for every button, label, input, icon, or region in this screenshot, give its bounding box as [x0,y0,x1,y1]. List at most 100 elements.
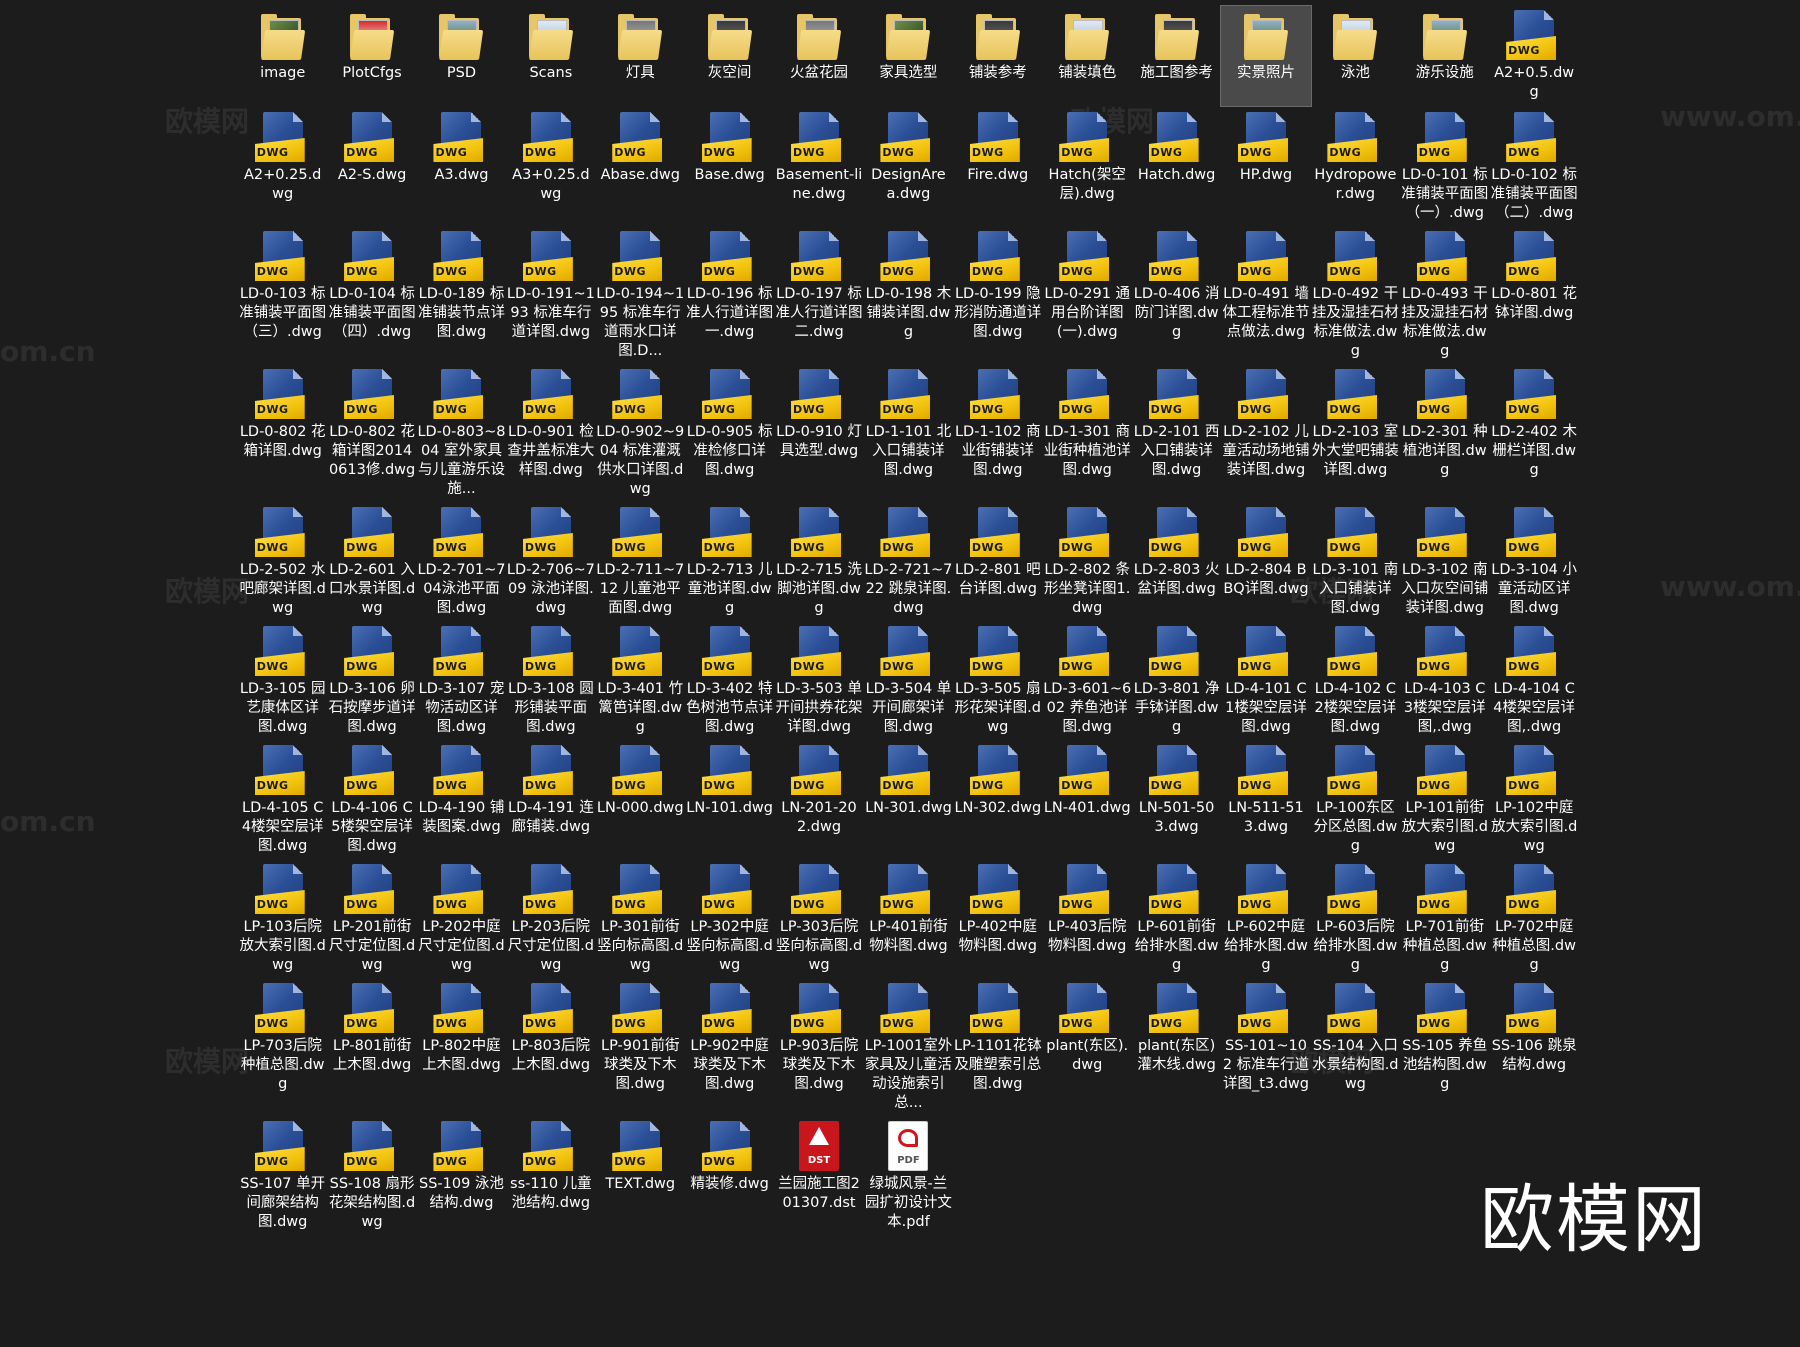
file-item[interactable]: DWG LD-2-721~722 跳泉详图.dwg [864,503,953,620]
file-item[interactable]: DWG LD-0-197 标准人行道详图二.dwg [774,227,863,363]
file-item[interactable]: DWG SS-105 养鱼池结构图.dwg [1400,979,1489,1115]
folder-item[interactable]: 泳池 [1311,6,1400,106]
file-item[interactable]: DWG LP-203后院尺寸定位图.dwg [506,860,595,977]
file-item[interactable]: DWG LN-101.dwg [685,741,774,858]
file-item[interactable]: DWG LD-0-901 检查井盖标准大样图.dwg [506,365,595,501]
file-item[interactable]: DWG LD-4-102 C2楼架空层详图.dwg [1311,622,1400,739]
file-item[interactable]: DWG LD-0-199 隐形消防通道详图.dwg [953,227,1042,363]
file-item[interactable]: DWG LD-2-601 入口水景详图.dwg [327,503,416,620]
file-item[interactable]: DWG LP-201前街尺寸定位图.dwg [327,860,416,977]
file-item[interactable]: DWG LP-302中庭竖向标高图.dwg [685,860,774,977]
folder-item[interactable]: 灰空间 [685,6,774,106]
file-item[interactable]: DWG Hatch.dwg [1132,108,1221,225]
file-item[interactable]: DWG Hatch(架空层).dwg [1043,108,1132,225]
folder-item[interactable]: 铺装参考 [953,6,1042,106]
file-item[interactable]: DWG LD-0-493 干挂及湿挂石材标准做法.dwg [1400,227,1489,363]
file-item[interactable]: DWG LP-902中庭球类及下木图.dwg [685,979,774,1115]
file-item[interactable]: DWG LD-0-191~193 标准车行道详图.dwg [506,227,595,363]
file-item[interactable]: DWG LN-302.dwg [953,741,1042,858]
file-item[interactable]: DWG LD-0-802 花箱详图.dwg [238,365,327,501]
file-item[interactable]: DWG LD-3-505 扇形花架详图.dwg [953,622,1042,739]
file-item[interactable]: DWG LD-0-801 花钵详图.dwg [1489,227,1578,363]
file-item[interactable]: PDF 绿城风景-兰园扩初设计文本.pdf [864,1117,953,1234]
file-item[interactable]: DWG LD-2-701~704泳池平面图.dwg [417,503,506,620]
file-item[interactable]: DWG LP-702中庭种植总图.dwg [1489,860,1578,977]
file-item[interactable]: DWG LD-0-492 干挂及湿挂石材标准做法.dwg [1311,227,1400,363]
file-item[interactable]: DWG LD-2-715 洗脚池详图.dwg [774,503,863,620]
file-item[interactable]: DWG LP-402中庭物料图.dwg [953,860,1042,977]
file-item[interactable]: DWG LD-0-189 标准铺装节点详图.dwg [417,227,506,363]
file-item[interactable]: DWG LD-3-504 单开间廊架详图.dwg [864,622,953,739]
file-item[interactable]: DWG LD-2-706~709 泳池详图.dwg [506,503,595,620]
file-item[interactable]: DWG LP-202中庭尺寸定位图.dwg [417,860,506,977]
file-item[interactable]: DWG Base.dwg [685,108,774,225]
file-item[interactable]: DWG LD-2-402 木栅栏详图.dwg [1489,365,1578,501]
file-item[interactable]: DWG LP-701前街种植总图.dwg [1400,860,1489,977]
file-item[interactable]: DWG LD-0-902~904 标准灌溉供水口详图.dwg [596,365,685,501]
file-item[interactable]: DWG A3+0.25.dwg [506,108,595,225]
file-item[interactable]: DWG LD-2-713 儿童池详图.dwg [685,503,774,620]
file-item[interactable]: DWG SS-108 扇形花架结构图.dwg [327,1117,416,1234]
folder-item[interactable]: 铺装填色 [1043,6,1132,106]
file-item[interactable]: DWG LD-4-191 连廊铺装.dwg [506,741,595,858]
file-item[interactable]: DWG LD-2-802 条形坐凳详图1.dwg [1043,503,1132,620]
file-item[interactable]: DWG LP-602中庭给排水图.dwg [1221,860,1310,977]
file-item[interactable]: DWG LD-0-291 通用台阶详图(一).dwg [1043,227,1132,363]
file-item[interactable]: DWG SS-107 单开间廊架结构图.dwg [238,1117,327,1234]
file-item[interactable]: DWG LD-2-711~712 儿童池平面图.dwg [596,503,685,620]
file-item[interactable]: DWG LP-903后院球类及下木图.dwg [774,979,863,1115]
file-item[interactable]: DWG Abase.dwg [596,108,685,225]
file-item[interactable]: DWG LD-3-601~602 养鱼池详图.dwg [1043,622,1132,739]
file-item[interactable]: DWG DesignArea.dwg [864,108,953,225]
file-item[interactable]: DWG LD-0-104 标准铺装平面图（四）.dwg [327,227,416,363]
file-item[interactable]: DWG Hydropower.dwg [1311,108,1400,225]
file-item[interactable]: DWG LD-0-803~804 室外家具与儿童游乐设施... [417,365,506,501]
file-item[interactable]: DWG A3.dwg [417,108,506,225]
file-item[interactable]: DWG LD-3-105 园艺康体区详图.dwg [238,622,327,739]
file-item[interactable]: DWG LD-0-406 消防门详图.dwg [1132,227,1221,363]
file-item[interactable]: DWG LP-100东区分区总图.dwg [1311,741,1400,858]
file-item[interactable]: DWG LN-501-503.dwg [1132,741,1221,858]
file-item[interactable]: DWG LD-2-502 水吧廊架详图.dwg [238,503,327,620]
file-item[interactable]: DWG LD-2-102 儿童活动场地铺装详图.dwg [1221,365,1310,501]
file-item[interactable]: DWG LP-601前街给排水图.dwg [1132,860,1221,977]
file-item[interactable]: DWG LD-2-804 BBQ详图.dwg [1221,503,1310,620]
folder-item[interactable]: 灯具 [596,6,685,106]
file-item[interactable]: DWG LD-0-194~195 标准车行道雨水口详图.D... [596,227,685,363]
file-item[interactable]: DWG LD-1-101 北入口铺装详图.dwg [864,365,953,501]
file-item[interactable]: DWG LN-000.dwg [596,741,685,858]
file-item[interactable]: DWG SS-106 跳泉结构.dwg [1489,979,1578,1115]
file-item[interactable]: DWG LD-4-101 C1楼架空层详图.dwg [1221,622,1310,739]
file-item[interactable]: DWG LP-803后院上木图.dwg [506,979,595,1115]
folder-item[interactable]: Scans [506,6,595,106]
folder-item[interactable]: 家具选型 [864,6,953,106]
file-item[interactable]: DWG SS-101~102 标准车行道详图_t3.dwg [1221,979,1310,1115]
file-item[interactable]: DWG LN-301.dwg [864,741,953,858]
folder-item[interactable]: PlotCfgs [327,6,416,106]
file-item[interactable]: DWG LD-0-491 墙体工程标准节点做法.dwg [1221,227,1310,363]
file-item[interactable]: DWG LD-1-301 商业街种植池详图.dwg [1043,365,1132,501]
file-item[interactable]: DWG LD-4-190 铺装图案.dwg [417,741,506,858]
file-item[interactable]: DWG LD-3-108 圆形铺装平面图.dwg [506,622,595,739]
file-item[interactable]: DWG LP-101前街放大索引图.dwg [1400,741,1489,858]
folder-item[interactable]: 火盆花园 [774,6,863,106]
file-item[interactable]: DWG LP-1101花钵及雕塑索引总图.dwg [953,979,1042,1115]
file-item[interactable]: DWG LD-3-104 小童活动区详图.dwg [1489,503,1578,620]
file-item[interactable]: DWG LD-3-801 净手钵详图.dwg [1132,622,1221,739]
file-item[interactable]: DWG LD-0-905 标准检修口详图.dwg [685,365,774,501]
file-item[interactable]: DWG A2-S.dwg [327,108,416,225]
file-item[interactable]: DWG LD-2-103 室外大堂吧铺装详图.dwg [1311,365,1400,501]
folder-item[interactable]: image [238,6,327,106]
file-item[interactable]: DWG LD-0-102 标准铺装平面图（二）.dwg [1489,108,1578,225]
file-item[interactable]: DWG ss-110 儿童池结构.dwg [506,1117,595,1234]
file-item[interactable]: DWG LD-4-105 C4楼架空层详图.dwg [238,741,327,858]
file-item[interactable]: DWG LP-103后院放大索引图.dwg [238,860,327,977]
folder-item[interactable]: 游乐设施 [1400,6,1489,106]
file-item[interactable]: DWG LD-3-102 南入口灰空间铺装详图.dwg [1400,503,1489,620]
file-item[interactable]: DWG LP-301前街竖向标高图.dwg [596,860,685,977]
file-item[interactable]: DWG SS-109 泳池结构.dwg [417,1117,506,1234]
file-item[interactable]: DWG LD-3-401 竹篱笆详图.dwg [596,622,685,739]
file-item[interactable]: DWG LD-3-101 南入口铺装详图.dwg [1311,503,1400,620]
folder-item[interactable]: PSD [417,6,506,106]
file-item[interactable]: DWG LD-1-102 商业街铺装详图.dwg [953,365,1042,501]
